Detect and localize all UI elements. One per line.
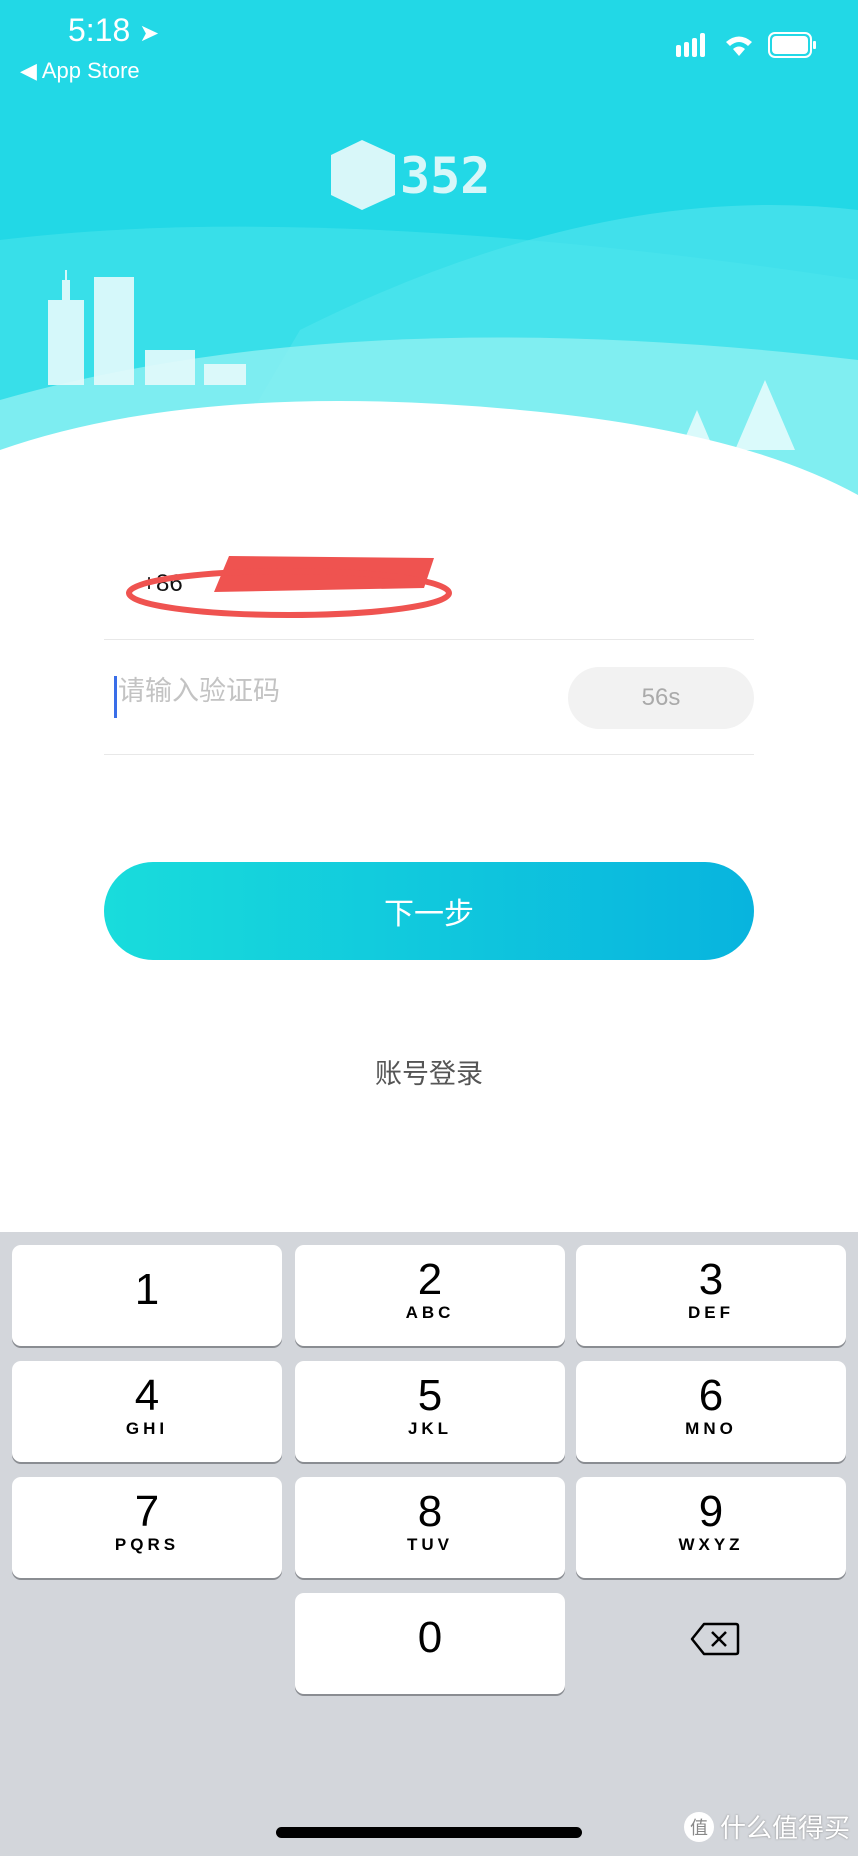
time-text: 5:18 bbox=[68, 12, 131, 48]
key-letters: WXYZ bbox=[678, 1535, 744, 1554]
key-5[interactable]: 5 JKL bbox=[295, 1361, 565, 1462]
key-letters: PQRS bbox=[114, 1535, 180, 1554]
key-4[interactable]: 4 GHI bbox=[12, 1361, 282, 1462]
phone-field[interactable]: +86 bbox=[104, 548, 754, 640]
home-indicator[interactable] bbox=[276, 1827, 582, 1838]
delete-key[interactable] bbox=[690, 1622, 740, 1661]
verification-code-field[interactable]: 56s bbox=[104, 640, 754, 755]
key-digit: 3 bbox=[698, 1255, 724, 1304]
watermark-logo: 值 bbox=[683, 1811, 714, 1842]
resend-countdown-button[interactable]: 56s bbox=[568, 667, 754, 729]
key-1[interactable]: 1 bbox=[12, 1245, 282, 1346]
cellular-signal-icon bbox=[676, 33, 705, 57]
key-letters: DEF bbox=[688, 1303, 734, 1322]
key-digit: 4 bbox=[134, 1371, 160, 1420]
location-arrow-icon: ➤ bbox=[139, 20, 160, 47]
status-time: 5:18 ➤ bbox=[68, 12, 159, 49]
account-login-link[interactable]: 账号登录 bbox=[0, 1052, 858, 1091]
key-digit: 9 bbox=[698, 1487, 724, 1536]
key-6[interactable]: 6 MNO bbox=[576, 1361, 846, 1462]
battery-icon bbox=[768, 32, 816, 58]
key-letters: JKL bbox=[407, 1419, 453, 1438]
logo-icon: 352 bbox=[331, 140, 490, 210]
key-letters: TUV bbox=[407, 1535, 453, 1554]
svg-text:352: 352 bbox=[400, 147, 490, 205]
key-digit: 2 bbox=[417, 1255, 443, 1304]
key-digit: 7 bbox=[134, 1487, 160, 1536]
key-digit: 1 bbox=[134, 1265, 160, 1314]
key-9[interactable]: 9 WXYZ bbox=[576, 1477, 846, 1578]
key-digit: 0 bbox=[417, 1613, 443, 1662]
key-8[interactable]: 8 TUV bbox=[295, 1477, 565, 1578]
redaction-scribble bbox=[126, 556, 452, 618]
wifi-icon bbox=[726, 36, 752, 56]
status-icons bbox=[676, 32, 818, 58]
watermark-text: 什么值得买 bbox=[719, 1814, 850, 1844]
key-0[interactable]: 0 bbox=[295, 1593, 565, 1694]
back-to-app-store[interactable]: ◀ App Store bbox=[20, 58, 140, 84]
key-digit: 6 bbox=[698, 1371, 724, 1420]
key-7[interactable]: 7 PQRS bbox=[12, 1477, 282, 1578]
next-step-button[interactable]: 下一步 bbox=[104, 862, 754, 960]
key-2[interactable]: 2 ABC bbox=[295, 1245, 565, 1346]
key-letters: ABC bbox=[405, 1303, 455, 1322]
countdown-text: 56s bbox=[641, 684, 681, 711]
key-digit: 8 bbox=[417, 1487, 443, 1536]
key-digit: 5 bbox=[417, 1371, 443, 1420]
key-3[interactable]: 3 DEF bbox=[576, 1245, 846, 1346]
text-caret bbox=[114, 676, 117, 718]
watermark: 值什么值得买 bbox=[683, 1808, 850, 1845]
backspace-icon bbox=[690, 1622, 740, 1656]
key-letters: GHI bbox=[125, 1419, 169, 1438]
key-letters: MNO bbox=[685, 1419, 737, 1438]
verification-code-input[interactable] bbox=[118, 676, 518, 707]
back-triangle-icon: ◀ bbox=[20, 58, 37, 83]
back-label: App Store bbox=[41, 58, 140, 83]
